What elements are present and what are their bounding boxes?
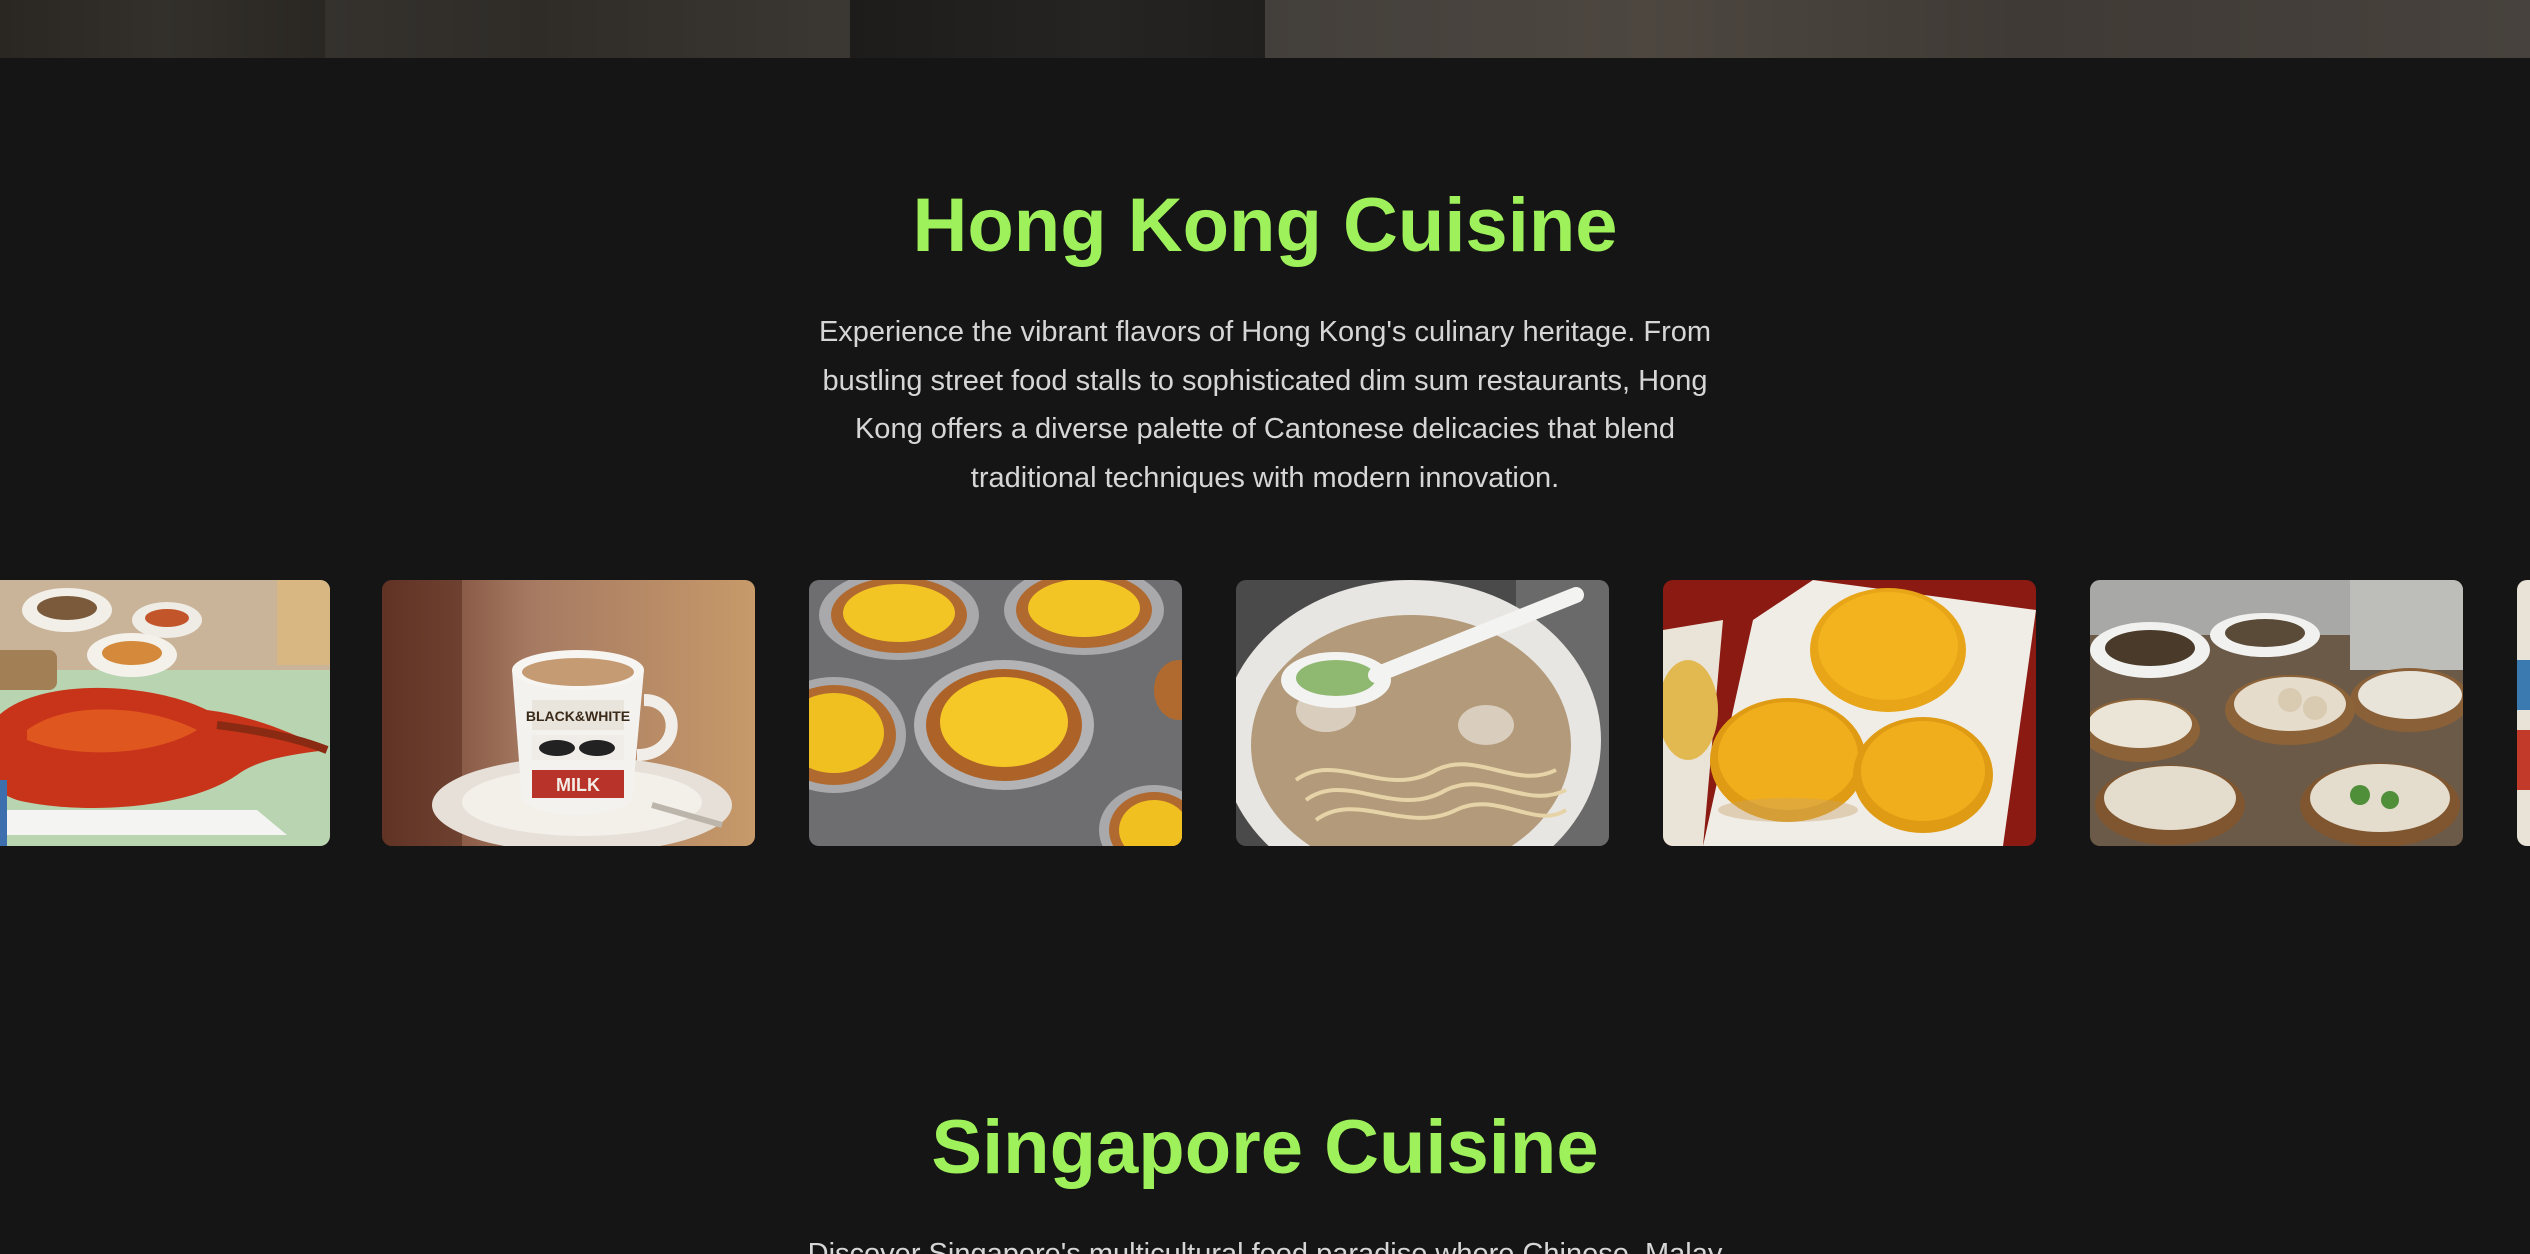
section-description: Discover Singapore's multicultural food … [807,1238,1723,1254]
cup-label: MILK [556,775,600,795]
banner-image [850,0,1265,58]
section-title: Singapore Cuisine [931,1105,1599,1190]
banner-image [0,0,325,58]
dim-sum-image[interactable] [2090,580,2463,846]
food-image-carousel[interactable]: BLACK&WHITE MILK [0,580,2530,846]
page: Hong Kong Cuisine Experience the vibrant… [0,0,2530,1254]
banner-image [1265,0,2530,58]
partial-next-image[interactable] [2517,580,2530,846]
pineapple-buns-image[interactable] [1663,580,2036,846]
cup-label: BLACK&WHITE [526,708,630,724]
singapore-section: Singapore Cuisine Discover Singapore's m… [0,1110,2530,1254]
hong-kong-section: Hong Kong Cuisine Experience the vibrant… [0,188,2530,502]
roast-goose-image[interactable] [0,580,330,846]
section-title: Hong Kong Cuisine [912,183,1618,268]
wonton-noodles-image[interactable] [1236,580,1609,846]
top-banner-strip [0,0,2530,58]
egg-tarts-image[interactable] [809,580,1182,846]
section-description: Experience the vibrant flavors of Hong K… [818,316,1712,494]
milk-tea-image[interactable]: BLACK&WHITE MILK [382,580,755,846]
banner-image [325,0,850,58]
